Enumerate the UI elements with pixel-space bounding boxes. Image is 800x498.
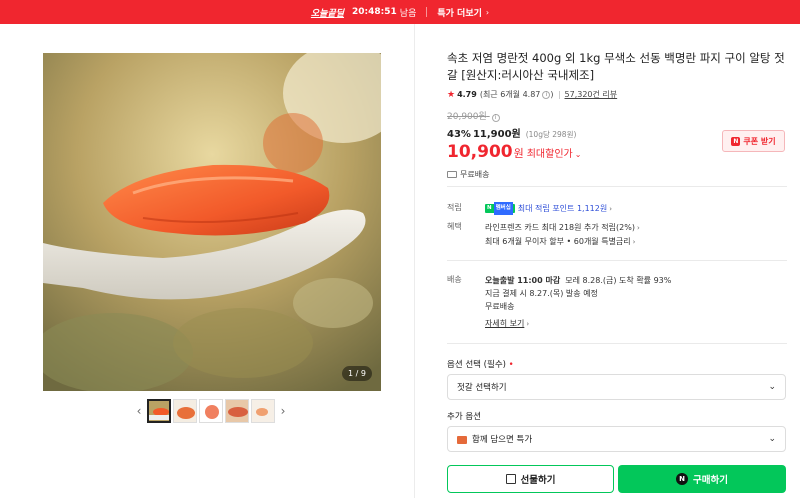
delivery-label: 배송 [447,275,462,284]
chevron-down-icon: ⌄ [768,434,776,444]
unit-price: (10g당 298원) [525,130,577,139]
thumbnail-strip: ‹ › [132,399,290,423]
deal-timer: 20:48:51 [352,7,397,17]
thumbnail[interactable] [251,399,275,423]
extra-option-value-wrap: 함께 담으면 특가 [457,433,532,445]
plus-mark: 멤버십 [493,202,513,215]
option-select-value: 젓갈 선택하기 [457,383,507,393]
info-icon[interactable]: i [491,114,500,122]
section-divider [447,260,787,261]
product-title: 속초 저염 명란젓 400g 외 1kg 무색소 선동 백명란 파지 구이 알탕… [447,51,785,82]
buy-button-label: 구매하기 [693,475,728,486]
thumb-prev-arrow[interactable]: ‹ [132,404,146,418]
rating-row: ★ 4.79 (최근 6개월 4.87 i ) 57,320건 리뷰 [447,89,787,100]
option-select-label: 옵션 선택 (필수) • [447,358,514,370]
coupon-button[interactable]: N 쿠폰 받기 [722,130,785,152]
option-select-label-text: 옵션 선택 (필수) [447,360,506,370]
delivery-line3: 무료배송 [485,302,515,311]
topbar-divider [426,7,428,17]
benefits-row: 혜택 라인프렌즈 카드 최대 218원 추가 적립(2%) › 최대 6개월 무이… [447,221,640,249]
chevron-right-icon: › [632,238,636,246]
benefit-line1: 라인프렌즈 카드 최대 218원 추가 적립(2%) [485,223,635,232]
points-text[interactable]: 최대 적립 포인트 1,112원 [518,204,607,213]
deal-badge: 오늘끝딜 [310,8,345,19]
truck-icon [447,171,457,178]
delivery-row: 배송 오늘출발 11:00 마감 모레 8.28.(금) 도착 확률 93% 지… [447,274,671,331]
rating-recent-close: ) [550,90,554,99]
buy-button[interactable]: N 구매하기 [618,465,786,493]
more-deals-link[interactable]: 특가 더보기 [437,6,482,19]
required-mark: • [508,360,514,370]
final-price: 10,900 [447,142,513,162]
original-price: 20,900원 i [447,109,787,122]
thumb-next-arrow[interactable]: › [276,404,290,418]
chevron-right-icon: › [609,205,613,213]
delivery-value: 오늘출발 11:00 마감 모레 8.28.(금) 도착 확률 93% 지금 결… [485,274,671,331]
chevron-right-icon: › [636,224,640,232]
thumbnail[interactable] [225,399,249,423]
gift-icon [505,474,516,484]
gift-button[interactable]: 선물하기 [447,465,614,493]
benefits-value: 라인프렌즈 카드 최대 218원 추가 적립(2%) › 최대 6개월 무이자 할… [485,221,640,249]
discount-price: 11,900원 [472,129,521,140]
product-main-image[interactable]: 1 / 9 [43,53,381,391]
points-value: N 멤버십 최대 적립 포인트 1,112원 › [485,202,612,216]
salmon-roe-photo [43,53,381,391]
chevron-down-icon: ⌄ [768,382,776,392]
deal-topbar: 오늘끝딜 20:48:51 남음 특가 더보기 › [0,0,800,24]
original-price-value: 20,900원 [447,112,487,122]
points-label: 적립 [447,203,462,212]
benefit-line[interactable]: 라인프렌즈 카드 최대 218원 추가 적립(2%) › [485,221,640,235]
star-icon: ★ [447,89,456,100]
shipping-free-row: 무료배송 [447,169,787,180]
section-divider [447,343,787,344]
thumb-image [226,400,248,422]
benefits-label: 혜택 [447,222,462,231]
coupon-button-label: 쿠폰 받기 [743,136,776,146]
deal-timer-suffix: 남음 [399,8,417,19]
delivery-detail-text: 자세히 보기 [485,319,525,328]
gift-button-label: 선물하기 [520,475,556,486]
delivery-line1: 오늘출발 11:00 마감 모레 8.28.(금) 도착 확률 93% [485,274,671,287]
chevron-down-icon: ⌄ [574,150,582,159]
thumb-image [174,400,196,422]
coupon-icon: N [731,136,741,146]
thumbnail[interactable] [173,399,197,423]
column-divider [414,24,415,498]
delivery-detail-link[interactable]: 자세히 보기 › [485,317,671,331]
image-counter: 1 / 9 [342,366,372,381]
gift-icon [457,435,467,444]
rating-divider [558,90,560,99]
delivery-line2: 지금 결제 시 8.27.(목) 발송 예정 [485,289,598,298]
npay-mark: N [487,205,492,211]
chevron-right-icon: › [526,320,530,328]
reviews-link[interactable]: 57,320건 리뷰 [565,89,618,100]
naver-n-icon: N [676,473,689,485]
thumbnail[interactable] [147,399,171,423]
discount-rate: 43% [447,129,471,140]
thumb-image [252,400,274,422]
info-icon[interactable]: i [542,90,551,99]
thumb-image [200,400,222,422]
section-divider [447,186,787,187]
delivery-arrival: 모레 8.28.(금) 도착 확률 93% [560,276,672,285]
shipping-free-text: 무료배송 [460,170,490,179]
thumbnail[interactable] [199,399,223,423]
naver-membership-badge: N 멤버십 [485,202,515,215]
benefit-line2: 최대 6개월 무이자 할부 • 60개월 특별금리 [485,237,631,246]
extra-option-value: 함께 담으면 특가 [472,435,533,445]
final-price-label: 최대할인가 [526,149,573,160]
extra-option-dropdown[interactable]: 함께 담으면 특가 ⌄ [447,426,786,452]
option-select-dropdown[interactable]: 젓갈 선택하기 ⌄ [447,374,786,400]
product-info: 속초 저염 명란젓 400g 외 1kg 무색소 선동 백명란 파지 구이 알탕… [447,50,787,180]
chevron-right-icon: › [485,7,490,17]
delivery-cutoff: 오늘출발 11:00 마감 [485,276,561,285]
extra-option-label: 추가 옵션 [447,412,481,422]
rating-recent: (최근 6개월 4.87 [479,90,541,99]
final-price-currency: 원 [513,147,524,160]
thumb-image [149,401,169,421]
points-row: 적립 N 멤버십 최대 적립 포인트 1,112원 › [447,202,612,216]
rating-score: 4.79 [457,90,477,99]
benefit-line[interactable]: 최대 6개월 무이자 할부 • 60개월 특별금리 › [485,235,640,249]
